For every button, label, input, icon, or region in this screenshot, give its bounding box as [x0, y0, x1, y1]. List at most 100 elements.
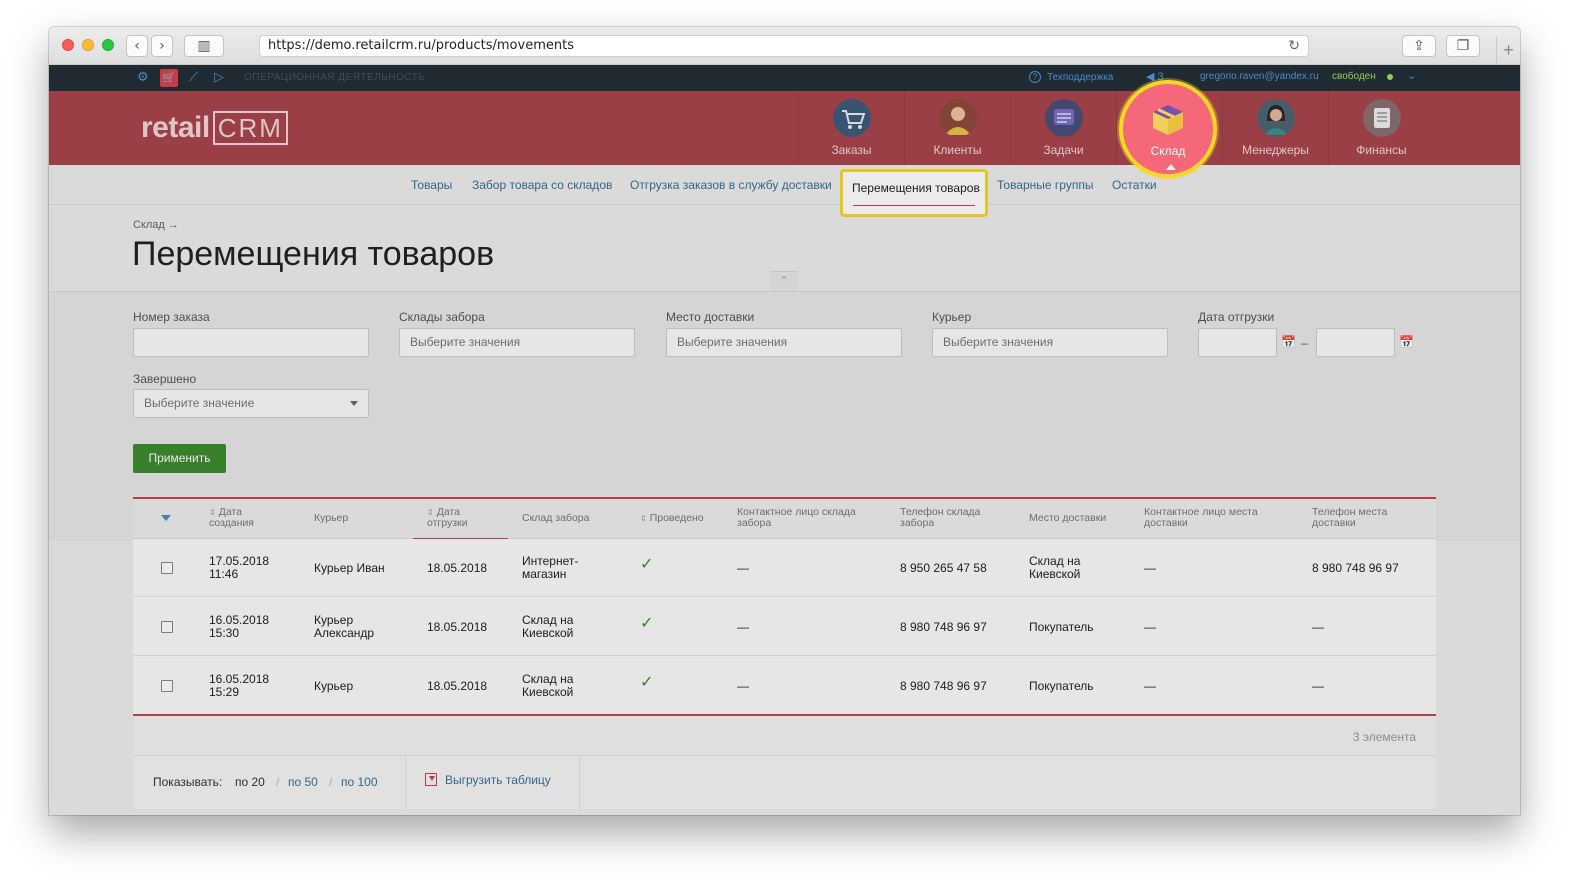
- col-delivery-contact: Контактное лицо места доставки: [1144, 506, 1258, 529]
- row-checkbox[interactable]: [161, 621, 173, 633]
- col-delivery-phone: Телефон места доставки: [1312, 506, 1388, 529]
- col-pickup-phone: Телефон склада забора: [900, 506, 981, 529]
- tabs-overview-icon[interactable]: ❐: [1446, 35, 1480, 57]
- nav-label-finance: Финансы: [1356, 143, 1407, 157]
- select-all-dropdown-icon[interactable]: [161, 515, 171, 521]
- subnav-movements-label: Перемещения товаров: [852, 181, 980, 195]
- row-checkbox[interactable]: [161, 562, 173, 574]
- cell-courier: Курьер Иван: [314, 561, 385, 575]
- page-size-separator: /: [276, 775, 280, 789]
- subnav-products[interactable]: Товары: [411, 178, 452, 192]
- download-icon: [425, 773, 437, 786]
- support-link[interactable]: ? Техподдержка: [1029, 71, 1113, 83]
- cell-pickup-phone: 8 950 265 47 58: [900, 561, 987, 575]
- table-row[interactable]: 16.05.2018 15:29 Курьер 18.05.2018 Склад …: [133, 657, 1436, 715]
- subnav-product-groups[interactable]: Товарные группы: [997, 178, 1093, 192]
- cart-avatar-icon: [833, 99, 871, 137]
- pickup-warehouses-label: Склады забора: [399, 310, 485, 324]
- subnav-stock[interactable]: Остатки: [1112, 178, 1157, 192]
- nav-item-finance[interactable]: Финансы: [1328, 91, 1434, 165]
- cell-ship-date: 18.05.2018: [427, 620, 488, 634]
- ship-date-label: Дата отгрузки: [1198, 310, 1275, 324]
- table-count-row: 3 элемента: [133, 716, 1436, 756]
- page-size-50[interactable]: по 50: [288, 775, 318, 789]
- browser-toolbar: ‹ › ▥ https://demo.retailcrm.ru/products…: [49, 27, 1520, 65]
- subnav-movements[interactable]: Перемещения товаров: [840, 169, 988, 217]
- user-email[interactable]: gregorio.raven@yandex.ru: [1200, 71, 1319, 82]
- collapse-filters-icon[interactable]: ⌃: [770, 271, 798, 291]
- col-courier: Курьер: [314, 512, 349, 524]
- table-row[interactable]: 17.05.2018 11:46 Курьер Иван 18.05.2018 И…: [133, 539, 1436, 597]
- minimize-window-button[interactable]: [82, 39, 94, 51]
- col-pickup-warehouse: Склад забора: [522, 512, 590, 524]
- page-title: Перемещения товаров: [132, 235, 495, 273]
- nav-item-managers[interactable]: Менеджеры: [1222, 91, 1328, 165]
- cell-pickup-phone: 8 980 748 96 97: [900, 620, 987, 634]
- page: ⚙ 🛒 ⟋ ▷ ОПЕРАЦИОННАЯ ДЕЯТЕЛЬНОСТЬ ? Техпо…: [49, 65, 1520, 815]
- retailcrm-logo[interactable]: retail CRM: [141, 111, 288, 145]
- apply-button[interactable]: Применить: [133, 444, 226, 473]
- forward-button[interactable]: ›: [151, 35, 173, 57]
- address-bar[interactable]: https://demo.retailcrm.ru/products/movem…: [259, 35, 1309, 57]
- user-status[interactable]: свободен: [1332, 71, 1376, 82]
- close-window-button[interactable]: [62, 39, 74, 51]
- back-button[interactable]: ‹: [126, 35, 148, 57]
- nav-item-tasks[interactable]: Задачи: [1010, 91, 1116, 165]
- pager-divider: [405, 756, 406, 809]
- sort-icon: ⇕: [640, 514, 647, 523]
- new-tab-icon[interactable]: +: [1496, 37, 1520, 65]
- cell-pickup-contact: —: [737, 561, 749, 575]
- export-table-link[interactable]: Выгрузить таблицу: [425, 773, 551, 787]
- cell-created: 17.05.2018 11:46: [209, 554, 270, 581]
- sidebar-toggle-icon[interactable]: ▥: [184, 35, 224, 57]
- pager-divider: [579, 756, 580, 809]
- courier-select[interactable]: Выберите значения: [932, 328, 1168, 357]
- calendar-icon[interactable]: 📅: [1281, 335, 1296, 349]
- cell-courier: Курьер: [314, 679, 354, 693]
- delivery-place-select[interactable]: Выберите значения: [666, 328, 902, 357]
- cell-created: 16.05.2018 15:30: [209, 613, 270, 640]
- box-icon: [1153, 105, 1183, 135]
- support-label: Техподдержка: [1047, 72, 1114, 83]
- order-number-input[interactable]: [133, 328, 369, 357]
- calendar-icon[interactable]: 📅: [1399, 335, 1414, 349]
- breadcrumb[interactable]: Склад →: [133, 219, 179, 231]
- zoom-window-button[interactable]: [102, 39, 114, 51]
- table-row[interactable]: 16.05.2018 15:30 Курьер Александр 18.05.20…: [133, 598, 1436, 656]
- sort-icon: ⇕: [427, 508, 434, 517]
- row-checkbox[interactable]: [161, 680, 173, 692]
- subnav-pickup[interactable]: Забор товара со складов: [472, 178, 612, 192]
- page-size-separator: /: [329, 775, 333, 789]
- cell-delivery-phone: —: [1312, 679, 1324, 693]
- page-size-label: Показывать:: [153, 775, 223, 789]
- customer-avatar-icon: [939, 99, 977, 137]
- highlighted-nav-warehouse[interactable]: Склад: [1119, 80, 1217, 178]
- col-ship-date[interactable]: ⇕ Дата отгрузки: [427, 507, 468, 529]
- cell-pickup-warehouse: Склад на Киевской: [522, 672, 574, 699]
- gear-icon[interactable]: ⚙: [137, 70, 149, 85]
- page-size-100[interactable]: по 100: [341, 775, 378, 789]
- analytics-icon[interactable]: ⟋: [189, 70, 198, 85]
- share-icon[interactable]: ⇪: [1402, 35, 1436, 57]
- play-icon[interactable]: ▷: [214, 70, 224, 85]
- export-table-label: Выгрузить таблицу: [445, 773, 551, 787]
- nav-item-orders[interactable]: Заказы: [798, 91, 904, 165]
- ship-date-from-input[interactable]: [1198, 328, 1277, 357]
- completed-select[interactable]: Выберите значение: [133, 389, 369, 418]
- nav-label-orders: Заказы: [831, 143, 872, 157]
- page-size-20[interactable]: по 20: [235, 775, 265, 789]
- pickup-warehouses-select[interactable]: Выберите значения: [399, 328, 635, 357]
- col-posted[interactable]: ⇕ Проведено: [640, 513, 704, 524]
- order-number-label: Номер заказа: [133, 310, 210, 324]
- cart-icon[interactable]: 🛒: [160, 69, 178, 87]
- reload-icon[interactable]: ↻: [1288, 36, 1300, 56]
- chevron-down-icon[interactable]: ⌄: [1407, 69, 1416, 82]
- ship-date-to-input[interactable]: [1316, 328, 1395, 357]
- nav-item-customers[interactable]: Клиенты: [904, 91, 1010, 165]
- col-created[interactable]: ⇕ Дата создания: [209, 507, 254, 529]
- cell-pickup-contact: —: [737, 679, 749, 693]
- cell-delivery-contact: —: [1144, 679, 1156, 693]
- cell-ship-date: 18.05.2018: [427, 561, 488, 575]
- cell-pickup-warehouse: Интернет-магазин: [522, 554, 579, 581]
- subnav-shipment[interactable]: Отгрузка заказов в службу доставки: [630, 178, 832, 192]
